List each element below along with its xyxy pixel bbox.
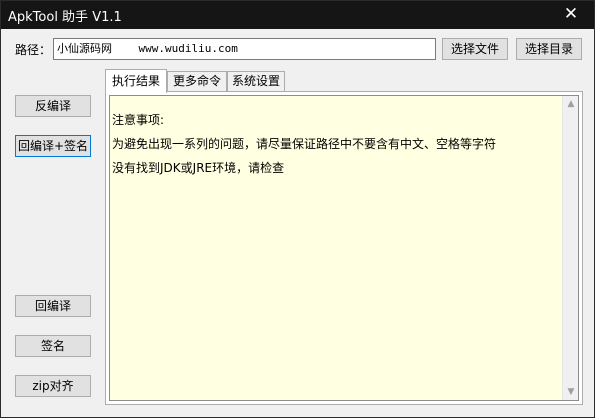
output-text: 注意事项: 为避免出现一系列的问题，请尽量保证路径中不要含有中文、空格等字符 没… (112, 108, 552, 180)
output-line: 没有找到JDK或JRE环境，请检查 (112, 161, 285, 175)
title-bar[interactable]: ApkTool 助手 V1.1 ✕ (1, 1, 594, 29)
select-directory-button[interactable]: 选择目录 (516, 38, 582, 60)
path-label: 路径： (15, 43, 52, 57)
scroll-up-icon[interactable]: ▲ (563, 96, 579, 112)
vertical-scrollbar[interactable]: ▲ ▼ (562, 96, 578, 400)
recompile-sign-button[interactable]: 回编译+签名 (15, 135, 91, 157)
select-file-button[interactable]: 选择文件 (442, 38, 508, 60)
zipalign-button[interactable]: zip对齐 (15, 375, 91, 397)
close-icon[interactable]: ✕ (548, 1, 594, 29)
path-input[interactable]: 小仙源码网 www.wudiliu.com (53, 38, 436, 60)
window-title: ApkTool 助手 V1.1 (8, 10, 122, 25)
decompile-button[interactable]: 反编译 (15, 95, 91, 117)
results-panel: 注意事项: 为避免出现一系列的问题，请尽量保证路径中不要含有中文、空格等字符 没… (105, 91, 583, 405)
tab-results[interactable]: 执行结果 (105, 69, 167, 93)
sign-button[interactable]: 签名 (15, 335, 91, 357)
app-window: ApkTool 助手 V1.1 ✕ 路径： 小仙源码网 www.wudiliu.… (0, 0, 595, 418)
scroll-down-icon[interactable]: ▼ (563, 384, 579, 400)
output-textarea[interactable]: 注意事项: 为避免出现一系列的问题，请尽量保证路径中不要含有中文、空格等字符 没… (109, 95, 579, 401)
tab-more-commands[interactable]: 更多命令 (167, 71, 227, 91)
recompile-button[interactable]: 回编译 (15, 295, 91, 317)
output-line: 注意事项: (112, 113, 165, 127)
output-line: 为避免出现一系列的问题，请尽量保证路径中不要含有中文、空格等字符 (112, 137, 497, 151)
tab-settings[interactable]: 系统设置 (227, 71, 285, 91)
